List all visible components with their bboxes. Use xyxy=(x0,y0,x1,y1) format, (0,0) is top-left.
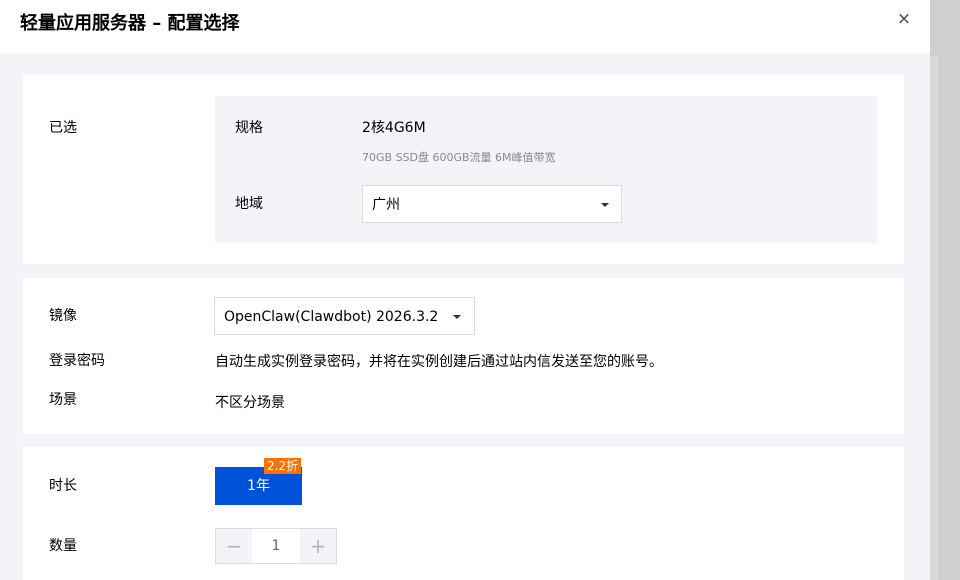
dialog-scrollbar[interactable] xyxy=(930,56,938,580)
selected-label: 已选 xyxy=(49,120,77,136)
spec-value: 2核4G6M xyxy=(362,120,426,136)
region-select[interactable]: 广州 xyxy=(362,185,622,223)
dialog-title: 轻量应用服务器 – 配置选择 xyxy=(20,13,240,34)
scene-label: 场景 xyxy=(49,392,77,408)
selected-section: 已选 规格 2核4G6M 70GB SSD盘 600GB流量 6M峰值带宽 地域… xyxy=(23,75,904,264)
quantity-increment-button[interactable]: + xyxy=(300,529,336,563)
quantity-input[interactable]: 1 xyxy=(252,529,300,563)
image-label: 镜像 xyxy=(49,308,77,324)
region-select-value: 广州 xyxy=(372,197,400,213)
selected-summary-panel: 规格 2核4G6M 70GB SSD盘 600GB流量 6M峰值带宽 地域 广州 xyxy=(215,96,878,243)
image-select-value: OpenClaw(Clawdbot) 2026.3.2 xyxy=(224,309,439,325)
password-label: 登录密码 xyxy=(49,353,105,369)
quantity-label: 数量 xyxy=(49,538,77,554)
spec-detail: 70GB SSD盘 600GB流量 6M峰值带宽 xyxy=(362,151,556,164)
quantity-stepper: − 1 + xyxy=(215,528,337,564)
spec-label: 规格 xyxy=(235,120,263,136)
password-description: 自动生成实例登录密码，并将在实例创建后通过站内信发送至您的账号。 xyxy=(215,354,663,370)
duration-label: 时长 xyxy=(49,478,77,494)
close-icon[interactable]: × xyxy=(894,9,914,29)
quantity-decrement-button[interactable]: − xyxy=(216,529,252,563)
config-dialog: 轻量应用服务器 – 配置选择 × 已选 规格 2核4G6M 70GB SSD盘 … xyxy=(0,0,930,580)
scene-value: 不区分场景 xyxy=(215,395,285,411)
image-section: 镜像 OpenClaw(Clawdbot) 2026.3.2 登录密码 自动生成… xyxy=(23,278,904,434)
region-label: 地域 xyxy=(235,196,263,212)
dialog-header: 轻量应用服务器 – 配置选择 × xyxy=(0,0,930,53)
discount-badge: 2.2折 xyxy=(264,458,302,474)
chevron-down-icon xyxy=(453,315,461,319)
duration-section: 时长 1年 2.2折 数量 − 1 + xyxy=(23,447,904,580)
image-select[interactable]: OpenClaw(Clawdbot) 2026.3.2 xyxy=(214,297,475,335)
chevron-down-icon xyxy=(601,203,609,207)
